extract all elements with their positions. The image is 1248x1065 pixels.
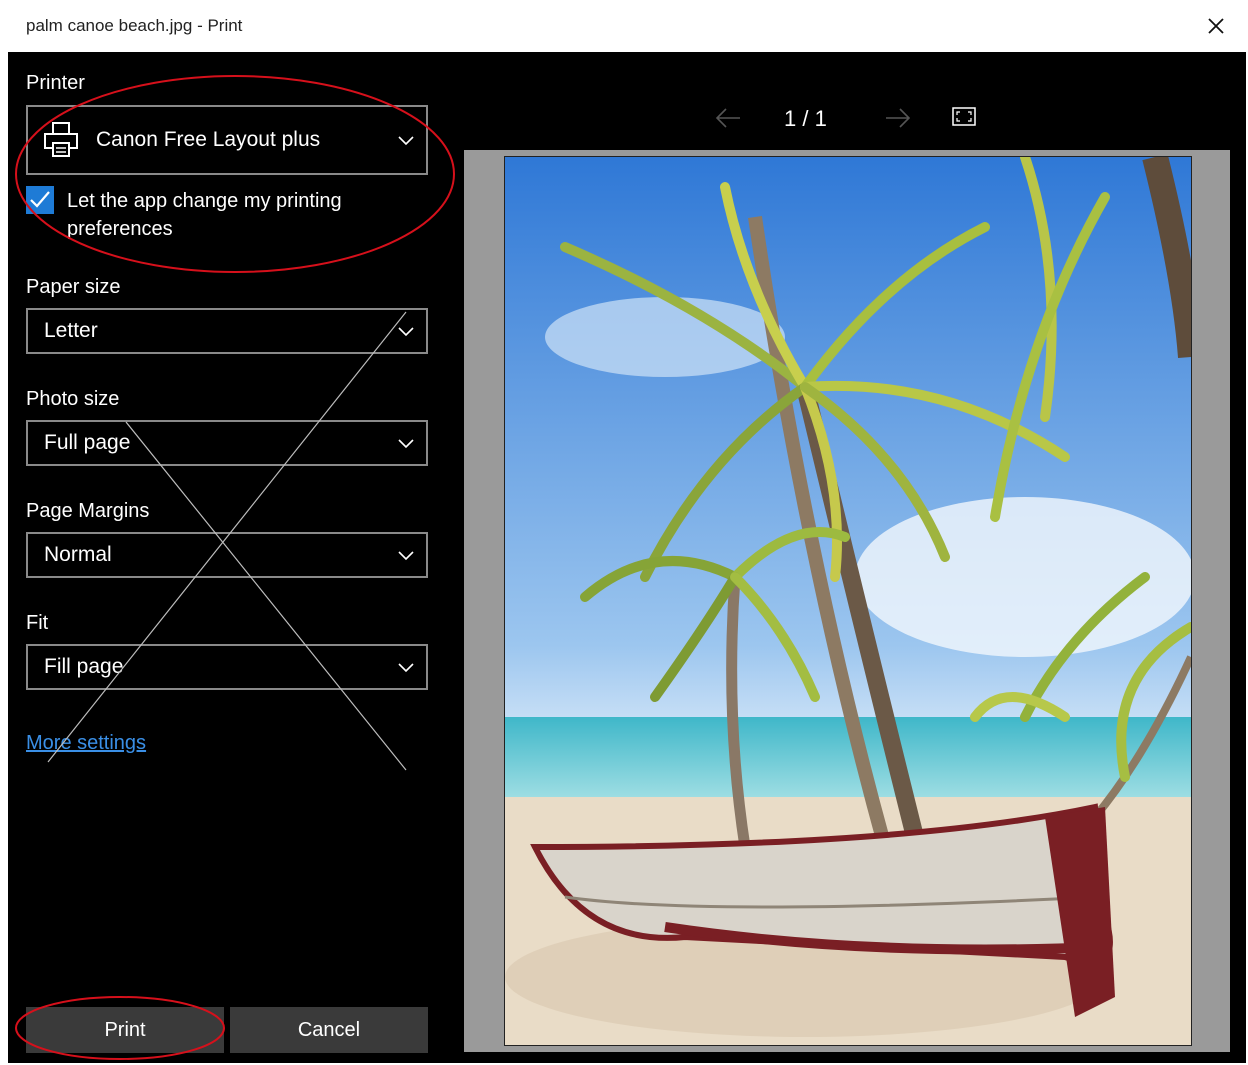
printer-icon: [42, 121, 80, 159]
let-app-change-checkbox[interactable]: [26, 186, 54, 214]
more-settings-link[interactable]: More settings: [26, 732, 146, 755]
paper-size-label: Paper size: [26, 276, 121, 298]
page-indicator: 1 / 1: [784, 106, 827, 131]
page-margins-label: Page Margins: [26, 500, 150, 522]
chevron-down-icon: [398, 547, 414, 563]
print-dialog: Printer Canon Free Layout plus Let the a…: [8, 52, 1246, 1063]
printer-label: Printer: [26, 72, 85, 94]
arrow-right-icon[interactable]: [884, 104, 912, 138]
printer-dropdown[interactable]: Canon Free Layout plus: [26, 105, 428, 175]
chevron-down-icon: [398, 435, 414, 451]
page-margins-dropdown[interactable]: Normal: [26, 532, 428, 578]
photo-size-value: Full page: [44, 431, 131, 454]
photo-size-dropdown[interactable]: Full page: [26, 420, 428, 466]
paper-size-value: Letter: [44, 319, 98, 342]
close-icon[interactable]: [1202, 12, 1230, 40]
cancel-button[interactable]: Cancel: [230, 1007, 428, 1053]
let-app-change-label: Let the app change my printing preferenc…: [67, 190, 342, 240]
annotation-ellipse-printer: [15, 75, 455, 273]
title-bar: palm canoe beach.jpg - Print: [0, 0, 1248, 52]
photo-size-label: Photo size: [26, 388, 120, 410]
page-margins-value: Normal: [44, 543, 112, 566]
fit-label: Fit: [26, 612, 49, 634]
preview-photo: [504, 156, 1192, 1046]
print-button[interactable]: Print: [26, 1007, 224, 1053]
chevron-down-icon: [398, 323, 414, 339]
paper-size-dropdown[interactable]: Letter: [26, 308, 428, 354]
fit-dropdown[interactable]: Fill page: [26, 644, 428, 690]
fullscreen-icon[interactable]: [952, 106, 976, 134]
arrow-left-icon[interactable]: [714, 104, 742, 138]
printer-value: Canon Free Layout plus: [96, 128, 321, 151]
chevron-down-icon: [398, 132, 414, 148]
window-left-border: [0, 0, 8, 1065]
window-title: palm canoe beach.jpg - Print: [26, 16, 243, 35]
fit-value: Fill page: [44, 655, 124, 678]
chevron-down-icon: [398, 659, 414, 675]
